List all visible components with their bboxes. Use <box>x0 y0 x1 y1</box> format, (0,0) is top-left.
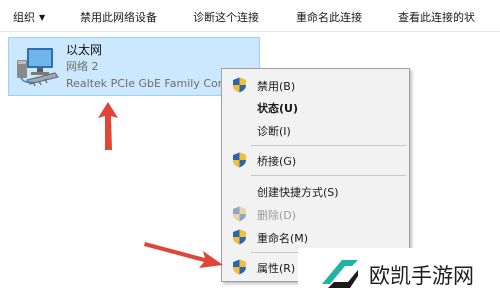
watermark-text: 欧凯手游网 <box>369 264 474 288</box>
network-adapter-icon <box>17 48 59 87</box>
shield-icon <box>233 259 246 275</box>
annotation-arrow-right <box>144 242 223 268</box>
menu-item-label: 属性(R) <box>257 262 296 275</box>
menu-item-disable[interactable]: 禁用(B) <box>222 74 409 96</box>
menu-item-status[interactable]: 状态(U) <box>222 96 409 118</box>
menu-item-bridge[interactable]: 桥接(G) <box>222 149 409 171</box>
menu-item-label: 状态(U) <box>257 102 298 115</box>
menu-item-diagnose[interactable]: 诊断(I) <box>222 119 409 141</box>
menu-item-delete[interactable]: 删除(D) <box>222 203 409 225</box>
shield-icon <box>233 77 246 93</box>
adapter-network: 网络 2 <box>66 60 99 73</box>
view-status-button[interactable]: 查看此连接的状 <box>398 9 475 25</box>
menu-item-label: 禁用(B) <box>257 80 296 93</box>
rename-connection-button[interactable]: 重命名此连接 <box>296 9 362 25</box>
adapter-name: 以太网 <box>66 43 103 57</box>
site-logo-icon <box>322 260 358 288</box>
command-bar: 组织 ▼ 禁用此网络设备 诊断这个连接 重命名此连接 查看此连接的状 <box>0 0 500 32</box>
menu-item-rename[interactable]: 重命名(M) <box>222 226 409 248</box>
chevron-down-icon: ▼ <box>39 13 46 22</box>
menu-item-label: 创建快捷方式(S) <box>257 186 339 199</box>
menu-item-create-shortcut[interactable]: 创建快捷方式(S) <box>222 180 409 202</box>
shield-icon <box>233 206 246 222</box>
menu-separator <box>251 145 406 146</box>
adapter-description: Realtek PCIe GbE Family Controller <box>66 77 231 90</box>
organize-label: 组织 <box>13 11 35 24</box>
menu-item-label: 桥接(G) <box>257 155 297 168</box>
shield-icon <box>233 229 246 245</box>
menu-item-label: 删除(D) <box>257 209 297 222</box>
disable-device-button[interactable]: 禁用此网络设备 <box>80 9 157 25</box>
annotation-arrow-up <box>98 102 118 150</box>
diagnose-connection-button[interactable]: 诊断这个连接 <box>193 9 259 25</box>
shield-icon <box>233 152 246 168</box>
menu-separator <box>251 175 406 176</box>
menu-item-label: 诊断(I) <box>257 125 291 138</box>
organize-menu-button[interactable]: 组织 ▼ <box>13 9 45 25</box>
menu-item-label: 重命名(M) <box>257 232 309 245</box>
watermark: 欧凯手游网 <box>298 248 500 300</box>
